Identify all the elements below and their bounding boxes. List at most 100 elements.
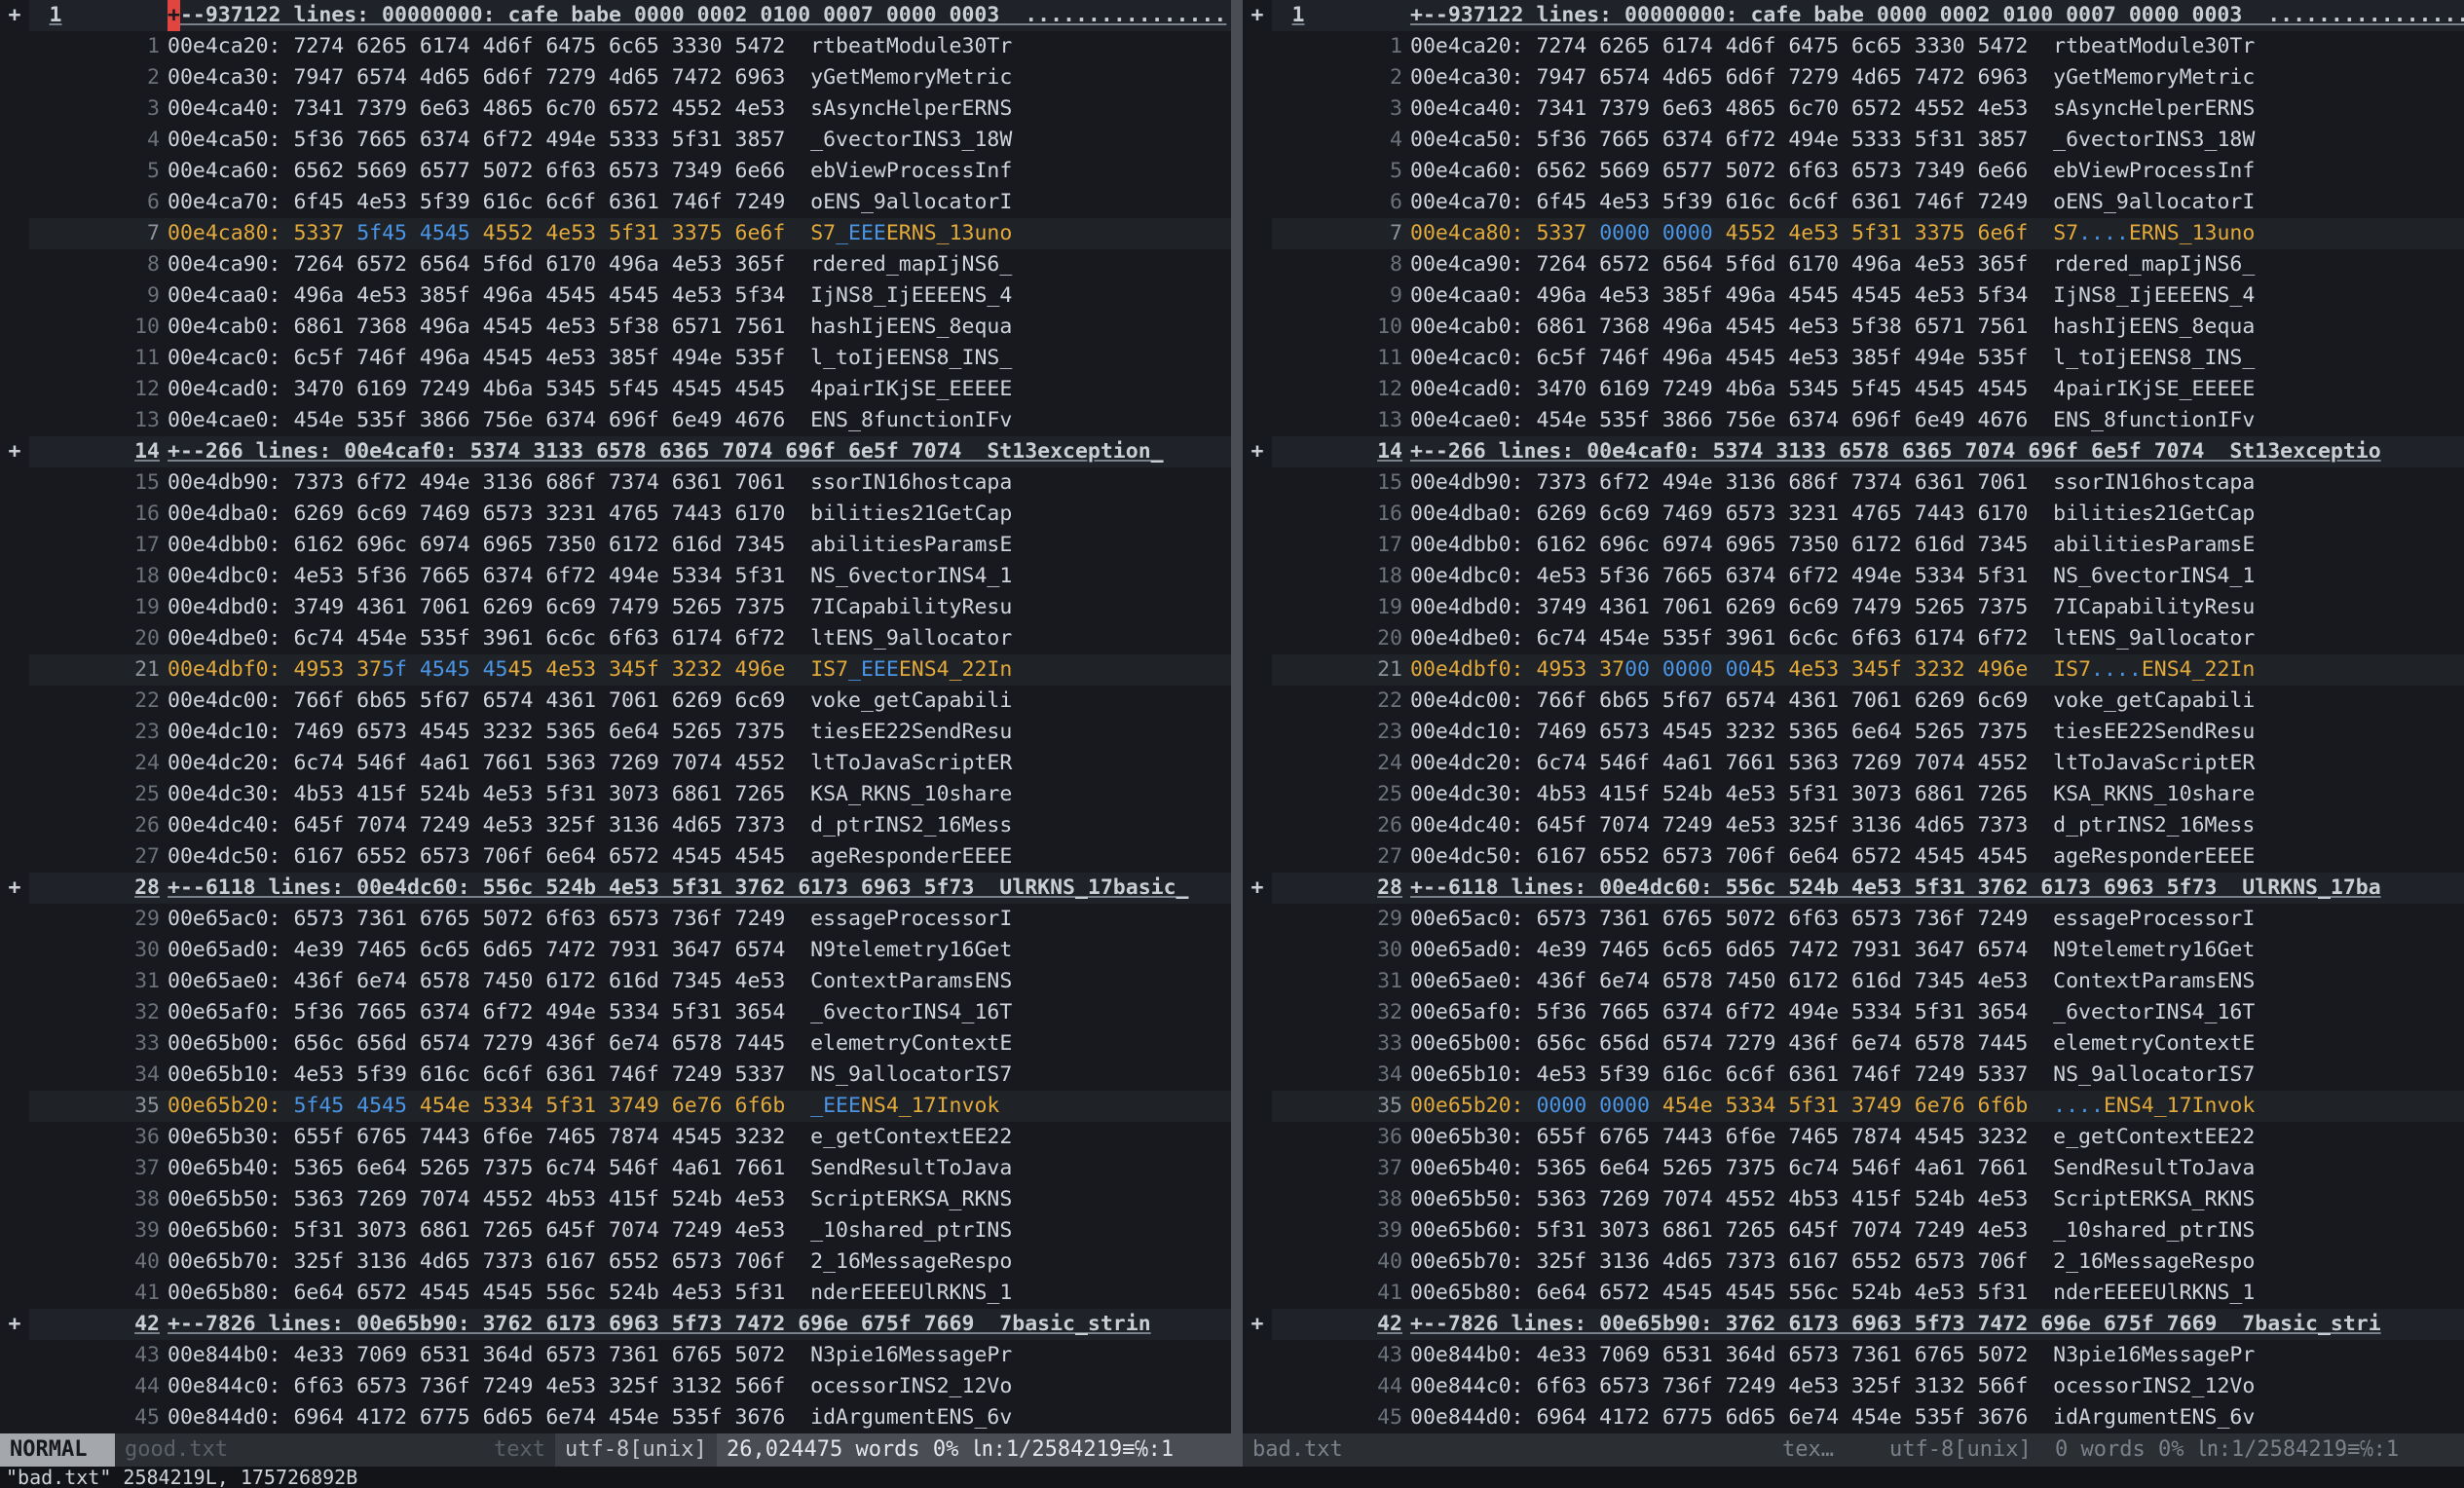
hex-line[interactable]: 17 00e4dbb0: 6162 696c 6974 6965 7350 617… [1243, 530, 2464, 561]
hex-line[interactable]: 26 00e4dc40: 645f 7074 7249 4e53 325f 313… [0, 810, 1231, 841]
hex-line[interactable]: 20 00e4dbe0: 6c74 454e 535f 3961 6c6c 6f6… [1243, 623, 2464, 654]
hex-line[interactable]: 13 00e4cae0: 454e 535f 3866 756e 6374 696… [0, 405, 1231, 436]
hex-line[interactable]: 36 00e65b30: 655f 6765 7443 6f6e 7465 787… [1243, 1122, 2464, 1153]
hex-line[interactable]: 18 00e4dbc0: 4e53 5f36 7665 6374 6f72 494… [1243, 561, 2464, 592]
hex-line[interactable]: 19 00e4dbd0: 3749 4361 7061 6269 6c69 747… [0, 592, 1231, 623]
hex-line[interactable]: 36 00e65b30: 655f 6765 7443 6f6e 7465 787… [0, 1122, 1231, 1153]
hex-line[interactable]: 29 00e65ac0: 6573 7361 6765 5072 6f63 657… [1243, 904, 2464, 935]
hex-line[interactable]: 31 00e65ae0: 436f 6e74 6578 7450 6172 616… [0, 966, 1231, 997]
hex-line[interactable]: 26 00e4dc40: 645f 7074 7249 4e53 325f 313… [1243, 810, 2464, 841]
changed-line[interactable]: 7 00e4ca80: 5337 0000 0000 4552 4e53 5f31… [1243, 218, 2464, 249]
hex-line[interactable]: 27 00e4dc50: 6167 6552 6573 706f 6e64 657… [0, 841, 1231, 873]
hex-line[interactable]: 6 00e4ca70: 6f45 4e53 5f39 616c 6c6f 6361… [0, 187, 1231, 218]
hex-line[interactable]: 3 00e4ca40: 7341 7379 6e63 4865 6c70 6572… [0, 93, 1231, 125]
hex-line[interactable]: 22 00e4dc00: 766f 6b65 5f67 6574 4361 706… [1243, 686, 2464, 717]
hex-line[interactable]: 5 00e4ca60: 6562 5669 6577 5072 6f63 6573… [0, 156, 1231, 187]
hex-line[interactable]: 24 00e4dc20: 6c74 546f 4a61 7661 5363 726… [0, 748, 1231, 779]
hex-line[interactable]: 4 00e4ca50: 5f36 7665 6374 6f72 494e 5333… [1243, 125, 2464, 156]
hex-line[interactable]: 18 00e4dbc0: 4e53 5f36 7665 6374 6f72 494… [0, 561, 1231, 592]
left-pane-good[interactable]: + 1 +--937122 lines: 00000000: cafe babe… [0, 0, 1231, 1433]
changed-line[interactable]: 21 00e4dbf0: 4953 3700 0000 0045 4e53 345… [1243, 654, 2464, 686]
hex-line[interactable]: 41 00e65b80: 6e64 6572 4545 4545 556c 524… [1243, 1278, 2464, 1309]
right-filename[interactable]: bad.txt [1243, 1433, 1827, 1467]
hex-line[interactable]: 29 00e65ac0: 6573 7361 6765 5072 6f63 657… [0, 904, 1231, 935]
hex-line[interactable]: 27 00e4dc50: 6167 6552 6573 706f 6e64 657… [1243, 841, 2464, 873]
hex-line[interactable]: 24 00e4dc20: 6c74 546f 4a61 7661 5363 726… [1243, 748, 2464, 779]
changed-line[interactable]: 21 00e4dbf0: 4953 375f 4545 4545 4e53 345… [0, 654, 1231, 686]
column-gap [785, 1405, 810, 1430]
hex-line[interactable]: 11 00e4cac0: 6c5f 746f 496a 4545 4e53 385… [0, 343, 1231, 374]
fold-row[interactable]: +14 +--266 lines: 00e4caf0: 5374 3133 657… [1243, 436, 2464, 467]
hex-line[interactable]: 13 00e4cae0: 454e 535f 3866 756e 6374 696… [1243, 405, 2464, 436]
hex-line[interactable]: 15 00e4db90: 7373 6f72 494e 3136 686f 737… [0, 467, 1231, 499]
hex-line[interactable]: 22 00e4dc00: 766f 6b65 5f67 6574 4361 706… [0, 686, 1231, 717]
top-fold-row[interactable]: + 1 +--937122 lines: 00000000: cafe babe… [0, 0, 1231, 31]
hex-line[interactable]: 16 00e4dba0: 6269 6c69 7469 6573 3231 476… [0, 499, 1231, 530]
hex-line[interactable]: 30 00e65ad0: 4e39 7465 6c65 6d65 7472 793… [0, 935, 1231, 966]
right-pane-bad[interactable]: + 1 +--937122 lines: 00000000: cafe babe… [1243, 0, 2464, 1433]
hex-line[interactable]: 43 00e844b0: 4e33 7069 6531 364d 6573 736… [0, 1340, 1231, 1371]
hex-line[interactable]: 2 00e4ca30: 7947 6574 4d65 6d6f 7279 4d65… [0, 62, 1231, 93]
changed-line[interactable]: 35 00e65b20: 5f45 4545 454e 5334 5f31 374… [0, 1091, 1231, 1122]
fold-row[interactable]: +42 +--7826 lines: 00e65b90: 3762 6173 69… [1243, 1309, 2464, 1340]
changed-line[interactable]: 35 00e65b20: 0000 0000 454e 5334 5f31 374… [1243, 1091, 2464, 1122]
hex-line[interactable]: 3 00e4ca40: 7341 7379 6e63 4865 6c70 6572… [1243, 93, 2464, 125]
hex-line[interactable]: 1 00e4ca20: 7274 6265 6174 4d6f 6475 6c65… [1243, 31, 2464, 62]
hex-line[interactable]: 10 00e4cab0: 6861 7368 496a 4545 4e53 5f3… [0, 312, 1231, 343]
top-fold-row[interactable]: + 1 +--937122 lines: 00000000: cafe babe… [1243, 0, 2464, 31]
hex-line[interactable]: 25 00e4dc30: 4b53 415f 524b 4e53 5f31 307… [0, 779, 1231, 810]
hex-line[interactable]: 1 00e4ca20: 7274 6265 6174 4d6f 6475 6c65… [0, 31, 1231, 62]
hex-line[interactable]: 34 00e65b10: 4e53 5f39 616c 6c6f 6361 746… [0, 1060, 1231, 1091]
hex-line[interactable]: 17 00e4dbb0: 6162 696c 6974 6965 7350 617… [0, 530, 1231, 561]
hex-line[interactable]: 16 00e4dba0: 6269 6c69 7469 6573 3231 476… [1243, 499, 2464, 530]
hex-line[interactable]: 45 00e844d0: 6964 4172 6775 6d65 6e74 454… [0, 1402, 1231, 1433]
hex-line[interactable]: 2 00e4ca30: 7947 6574 4d65 6d6f 7279 4d65… [1243, 62, 2464, 93]
hex-line[interactable]: 12 00e4cad0: 3470 6169 7249 4b6a 5345 5f4… [0, 374, 1231, 405]
hex-line[interactable]: 25 00e4dc30: 4b53 415f 524b 4e53 5f31 307… [1243, 779, 2464, 810]
hex-line[interactable]: 37 00e65b40: 5365 6e64 5265 7375 6c74 546… [1243, 1153, 2464, 1184]
hex-line[interactable]: 38 00e65b50: 5363 7269 7074 4552 4b53 415… [0, 1184, 1231, 1215]
hex-line[interactable]: 41 00e65b80: 6e64 6572 4545 4545 556c 524… [0, 1278, 1231, 1309]
hex-line[interactable]: 44 00e844c0: 6f63 6573 736f 7249 4e53 325… [1243, 1371, 2464, 1402]
hex-line[interactable]: 33 00e65b00: 656c 656d 6574 7279 436f 6e7… [1243, 1028, 2464, 1060]
hex-line[interactable]: 40 00e65b70: 325f 3136 4d65 7373 6167 655… [0, 1246, 1231, 1278]
hex-line[interactable]: 6 00e4ca70: 6f45 4e53 5f39 616c 6c6f 6361… [1243, 187, 2464, 218]
hex-line[interactable]: 32 00e65af0: 5f36 7665 6374 6f72 494e 533… [0, 997, 1231, 1028]
hex-line[interactable]: 40 00e65b70: 325f 3136 4d65 7373 6167 655… [1243, 1246, 2464, 1278]
hex-line[interactable]: 23 00e4dc10: 7469 6573 4545 3232 5365 6e6… [1243, 717, 2464, 748]
command-line[interactable]: "bad.txt" 2584219L, 175726892B [0, 1467, 2464, 1488]
hex-line[interactable]: 38 00e65b50: 5363 7269 7074 4552 4b53 415… [1243, 1184, 2464, 1215]
hex-line[interactable]: 30 00e65ad0: 4e39 7465 6c65 6d65 7472 793… [1243, 935, 2464, 966]
hex-line[interactable]: 39 00e65b60: 5f31 3073 6861 7265 645f 707… [1243, 1215, 2464, 1246]
hex-line[interactable]: 12 00e4cad0: 3470 6169 7249 4b6a 5345 5f4… [1243, 374, 2464, 405]
hex-line[interactable]: 44 00e844c0: 6f63 6573 736f 7249 4e53 325… [0, 1371, 1231, 1402]
hex-line[interactable]: 33 00e65b00: 656c 656d 6574 7279 436f 6e7… [0, 1028, 1231, 1060]
fold-row[interactable]: +42 +--7826 lines: 00e65b90: 3762 6173 69… [0, 1309, 1231, 1340]
changed-line[interactable]: 7 00e4ca80: 5337 5f45 4545 4552 4e53 5f31… [0, 218, 1231, 249]
hex-line[interactable]: 31 00e65ae0: 436f 6e74 6578 7450 6172 616… [1243, 966, 2464, 997]
hex-line[interactable]: 19 00e4dbd0: 3749 4361 7061 6269 6c69 747… [1243, 592, 2464, 623]
fold-row[interactable]: +28 +--6118 lines: 00e4dc60: 556c 524b 4e… [1243, 873, 2464, 904]
hex-line[interactable]: 8 00e4ca90: 7264 6572 6564 5f6d 6170 496a… [1243, 249, 2464, 280]
hex-line[interactable]: 15 00e4db90: 7373 6f72 494e 3136 686f 737… [1243, 467, 2464, 499]
hex-line[interactable]: 45 00e844d0: 6964 4172 6775 6d65 6e74 454… [1243, 1402, 2464, 1433]
hex-line[interactable]: 37 00e65b40: 5365 6e64 5265 7375 6c74 546… [0, 1153, 1231, 1184]
vertical-split-divider[interactable] [1231, 0, 1243, 1433]
hex-line[interactable]: 9 00e4caa0: 496a 4e53 385f 496a 4545 4545… [1243, 280, 2464, 312]
hex-line[interactable]: 23 00e4dc10: 7469 6573 4545 3232 5365 6e6… [0, 717, 1231, 748]
hex-line[interactable]: 5 00e4ca60: 6562 5669 6577 5072 6f63 6573… [1243, 156, 2464, 187]
vim-diff-window: + 1 +--937122 lines: 00000000: cafe babe… [0, 0, 2464, 1488]
fold-row[interactable]: +14 +--266 lines: 00e4caf0: 5374 3133 657… [0, 436, 1231, 467]
hex-line[interactable]: 10 00e4cab0: 6861 7368 496a 4545 4e53 5f3… [1243, 312, 2464, 343]
hex-line[interactable]: 43 00e844b0: 4e33 7069 6531 364d 6573 736… [1243, 1340, 2464, 1371]
hex-line[interactable]: 8 00e4ca90: 7264 6572 6564 5f6d 6170 496a… [0, 249, 1231, 280]
hex-line[interactable]: 39 00e65b60: 5f31 3073 6861 7265 645f 707… [0, 1215, 1231, 1246]
hex-line[interactable]: 11 00e4cac0: 6c5f 746f 496a 4545 4e53 385… [1243, 343, 2464, 374]
hex-line[interactable]: 9 00e4caa0: 496a 4e53 385f 496a 4545 4545… [0, 280, 1231, 312]
line-content: 00e65ad0: 4e39 7465 6c65 6d65 7472 7931 … [1410, 935, 2464, 966]
hex-line[interactable]: 4 00e4ca50: 5f36 7665 6374 6f72 494e 5333… [0, 125, 1231, 156]
fold-row[interactable]: +28 +--6118 lines: 00e4dc60: 556c 524b 4e… [0, 873, 1231, 904]
hex-line[interactable]: 32 00e65af0: 5f36 7665 6374 6f72 494e 533… [1243, 997, 2464, 1028]
hex-line[interactable]: 34 00e65b10: 4e53 5f39 616c 6c6f 6361 746… [1243, 1060, 2464, 1091]
hex-line[interactable]: 20 00e4dbe0: 6c74 454e 535f 3961 6c6c 6f6… [0, 623, 1231, 654]
